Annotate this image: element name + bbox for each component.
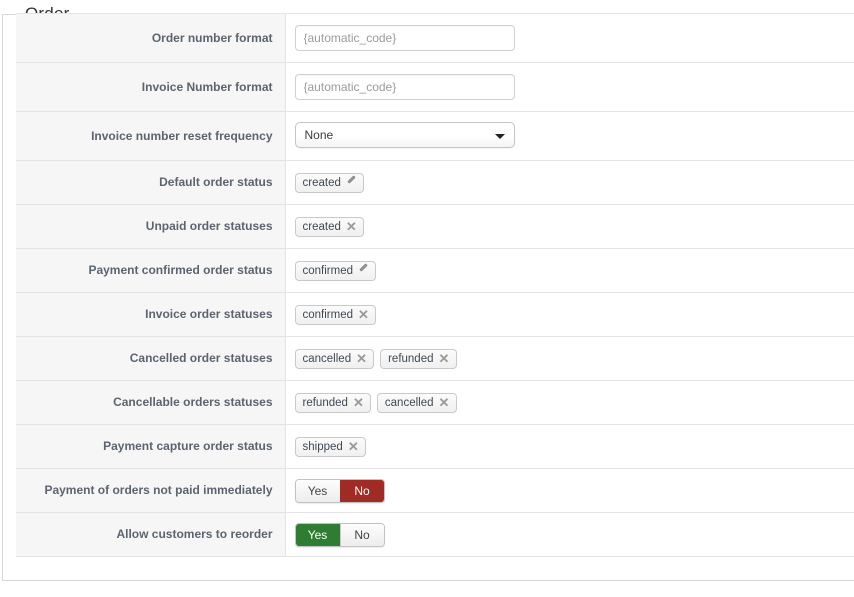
- form-row: Allow customers to reorder YesNo: [16, 513, 854, 557]
- field-label-invoice-order-statuses: Invoice order statuses: [16, 293, 285, 337]
- allow-customers-to-reorder-no-option[interactable]: No: [340, 524, 384, 546]
- remove-icon[interactable]: ✕: [353, 397, 364, 408]
- invoice-number-reset-frequency-selected-value: None: [305, 123, 334, 147]
- allow-customers-to-reorder-toggle: YesNo: [295, 523, 385, 547]
- field-control-invoice-order-statuses: confirmed ✕: [285, 293, 854, 337]
- tag-label: shipped: [303, 438, 343, 456]
- form-row: Payment capture order status shipped ✕: [16, 425, 854, 469]
- form-row: Order number format: [16, 14, 854, 63]
- field-label-cancelled-order-statuses: Cancelled order statuses: [16, 337, 285, 381]
- tag-label: confirmed: [303, 262, 354, 280]
- tag-label: cancelled: [303, 350, 352, 368]
- field-label-payment-confirmed-order-status: Payment confirmed order status: [16, 249, 285, 293]
- tag-chip[interactable]: confirmed ✕: [295, 305, 377, 325]
- tag-chip[interactable]: cancelled ✕: [377, 393, 457, 413]
- field-label-payment-of-orders-not-paid-immediately: Payment of orders not paid immediately: [16, 469, 285, 513]
- field-control-payment-of-orders-not-paid-immediately: YesNo: [285, 469, 854, 513]
- form-row: Default order status created: [16, 161, 854, 205]
- invoice-number-format-input[interactable]: [295, 74, 515, 100]
- allow-customers-to-reorder-yes-option[interactable]: Yes: [296, 524, 340, 546]
- tag-label: cancelled: [385, 394, 434, 412]
- tag-chip[interactable]: shipped ✕: [295, 437, 366, 457]
- tag-label: refunded: [388, 350, 433, 368]
- pencil-icon[interactable]: [358, 265, 369, 276]
- form-row: Unpaid order statuses created ✕: [16, 205, 854, 249]
- field-control-allow-customers-to-reorder: YesNo: [285, 513, 854, 557]
- field-label-cancellable-orders-statuses: Cancellable orders statuses: [16, 381, 285, 425]
- form-row: Payment confirmed order status confirmed: [16, 249, 854, 293]
- tag-chip[interactable]: confirmed: [295, 261, 377, 281]
- field-control-order-number-format: [285, 14, 854, 63]
- remove-icon[interactable]: ✕: [346, 221, 357, 232]
- payment-of-orders-not-paid-immediately-no-option[interactable]: No: [340, 480, 384, 502]
- payment-confirmed-order-status-tag-list: confirmed: [295, 261, 854, 281]
- cancellable-orders-statuses-tag-list: refunded ✕ cancelled ✕: [295, 393, 854, 413]
- form-row: Cancellable orders statusesrefunded✕canc…: [16, 381, 854, 425]
- field-label-payment-capture-order-status: Payment capture order status: [16, 425, 285, 469]
- remove-icon[interactable]: ✕: [439, 353, 450, 364]
- invoice-order-statuses-tag-list: confirmed ✕: [295, 305, 854, 325]
- field-control-unpaid-order-statuses: created ✕: [285, 205, 854, 249]
- order-settings-form: Order number formatInvoice Number format…: [16, 13, 854, 557]
- form-row: Invoice Number format: [16, 63, 854, 112]
- field-control-invoice-number-format: [285, 63, 854, 112]
- default-order-status-tag-list: created: [295, 173, 854, 193]
- remove-icon[interactable]: ✕: [348, 441, 359, 452]
- field-label-invoice-number-reset-frequency: Invoice number reset frequency: [16, 112, 285, 161]
- tag-label: confirmed: [303, 306, 354, 324]
- order-number-format-input[interactable]: [295, 25, 515, 51]
- remove-icon[interactable]: ✕: [358, 309, 369, 320]
- form-row: Invoice order statuses confirmed ✕: [16, 293, 854, 337]
- tag-chip[interactable]: refunded ✕: [380, 349, 456, 369]
- invoice-number-reset-frequency-select[interactable]: None: [295, 122, 515, 148]
- field-label-invoice-number-format: Invoice Number format: [16, 63, 285, 112]
- remove-icon[interactable]: ✕: [439, 397, 450, 408]
- field-label-unpaid-order-statuses: Unpaid order statuses: [16, 205, 285, 249]
- tag-label: created: [303, 174, 341, 192]
- field-label-default-order-status: Default order status: [16, 161, 285, 205]
- tag-chip[interactable]: created: [295, 173, 364, 193]
- form-row: Cancelled order statusescancelled✕refund…: [16, 337, 854, 381]
- chevron-down-icon: [495, 134, 505, 139]
- field-control-cancellable-orders-statuses: refunded ✕ cancelled ✕: [285, 381, 854, 425]
- tag-label: refunded: [303, 394, 348, 412]
- payment-of-orders-not-paid-immediately-yes-option[interactable]: Yes: [296, 480, 340, 502]
- field-control-payment-confirmed-order-status: confirmed: [285, 249, 854, 293]
- form-row: Invoice number reset frequency None: [16, 112, 854, 161]
- field-control-default-order-status: created: [285, 161, 854, 205]
- tag-label: created: [303, 218, 341, 236]
- tag-chip[interactable]: created ✕: [295, 217, 364, 237]
- tag-chip[interactable]: refunded ✕: [295, 393, 371, 413]
- field-label-order-number-format: Order number format: [16, 14, 285, 63]
- field-label-allow-customers-to-reorder: Allow customers to reorder: [16, 513, 285, 557]
- pencil-icon[interactable]: [346, 177, 357, 188]
- field-control-invoice-number-reset-frequency: None: [285, 112, 854, 161]
- tag-chip[interactable]: cancelled ✕: [295, 349, 375, 369]
- form-row: Payment of orders not paid immediately Ye…: [16, 469, 854, 513]
- payment-capture-order-status-tag-list: shipped ✕: [295, 437, 854, 457]
- unpaid-order-statuses-tag-list: created ✕: [295, 217, 854, 237]
- field-control-cancelled-order-statuses: cancelled ✕ refunded ✕: [285, 337, 854, 381]
- field-control-payment-capture-order-status: shipped ✕: [285, 425, 854, 469]
- payment-of-orders-not-paid-immediately-toggle: YesNo: [295, 479, 385, 503]
- cancelled-order-statuses-tag-list: cancelled ✕ refunded ✕: [295, 349, 854, 369]
- remove-icon[interactable]: ✕: [356, 353, 367, 364]
